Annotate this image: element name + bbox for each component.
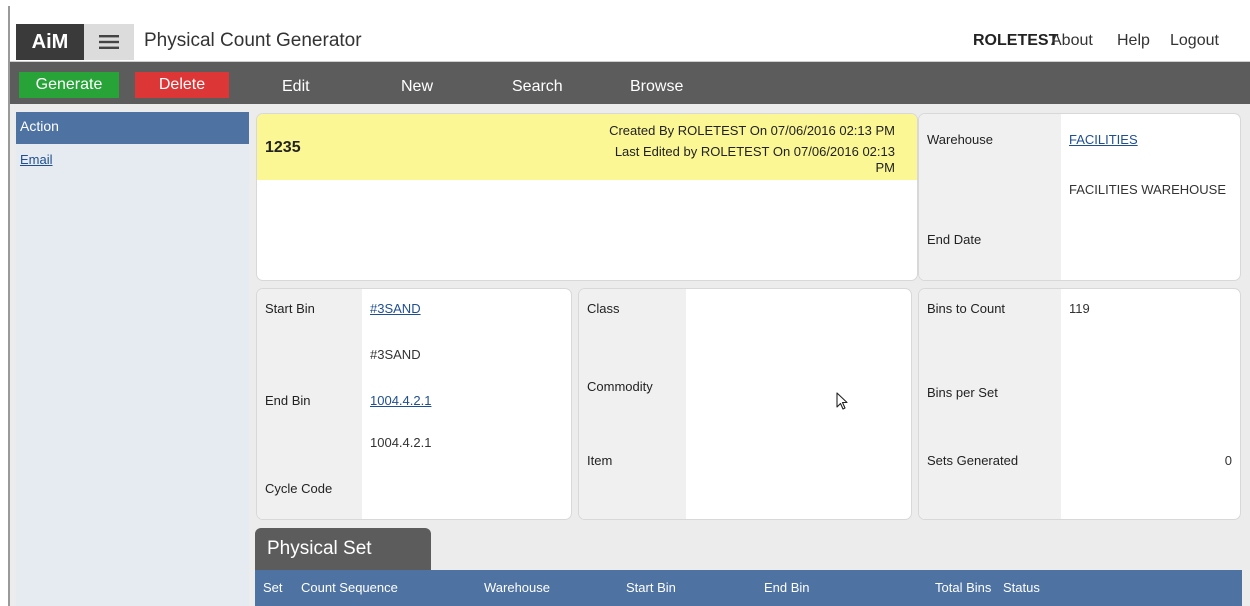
search-button[interactable]: Search <box>512 78 563 96</box>
warehouse-label: Warehouse <box>927 132 993 147</box>
label-column <box>919 289 1061 519</box>
app-frame: AiM Physical Count Generator ROLETEST Ab… <box>8 6 1250 606</box>
sidebar-heading: Action <box>16 112 249 144</box>
record-id: 1235 <box>265 139 301 156</box>
hamburger-menu-icon[interactable] <box>84 24 134 60</box>
class-label: Class <box>587 301 620 316</box>
app-header: AiM Physical Count Generator ROLETEST Ab… <box>10 6 1250 62</box>
new-button[interactable]: New <box>401 78 433 96</box>
edited-info-line1: Last Edited by ROLETEST On 07/06/2016 02… <box>614 144 895 159</box>
help-link[interactable]: Help <box>1117 32 1150 50</box>
warehouse-description: FACILITIES WAREHOUSE <box>1069 182 1226 197</box>
start-bin-label: Start Bin <box>265 301 315 316</box>
column-status[interactable]: Status <box>1003 580 1040 595</box>
current-user: ROLETEST <box>973 32 1059 49</box>
toolbar: Generate Delete Edit New Search Browse <box>10 62 1250 104</box>
column-total-bins[interactable]: Total Bins <box>935 580 991 595</box>
about-link[interactable]: About <box>1051 32 1093 50</box>
cycle-code-label: Cycle Code <box>265 481 333 496</box>
physical-set-tab[interactable]: Physical Set <box>255 528 431 570</box>
bins-panel: Start Bin #3SAND #3SAND End Bin 1004.4.2… <box>257 289 571 519</box>
mouse-cursor-icon <box>836 392 848 415</box>
bins-per-set-label: Bins per Set <box>927 385 998 400</box>
end-date-label: End Date <box>927 232 982 247</box>
record-header-panel: 1235 Created By ROLETEST On 07/06/2016 0… <box>257 114 917 280</box>
page-title: Physical Count Generator <box>144 30 362 51</box>
item-label: Item <box>587 453 613 468</box>
generate-button[interactable]: Generate <box>19 72 119 98</box>
column-warehouse[interactable]: Warehouse <box>484 580 550 595</box>
counts-panel: Bins to Count 119 Bins per Set Sets Gene… <box>919 289 1240 519</box>
column-set[interactable]: Set <box>263 580 283 595</box>
column-start-bin[interactable]: Start Bin <box>626 580 676 595</box>
column-end-bin[interactable]: End Bin <box>764 580 810 595</box>
bins-to-count-label: Bins to Count <box>927 301 1006 316</box>
logout-link[interactable]: Logout <box>1170 32 1219 50</box>
start-bin-description: #3SAND <box>370 347 421 362</box>
sets-generated-label: Sets Generated <box>927 453 1019 468</box>
sidebar-item-email[interactable]: Email <box>16 144 249 175</box>
warehouse-panel: Warehouse FACILITIES FACILITIES WAREHOUS… <box>919 114 1240 280</box>
delete-button[interactable]: Delete <box>135 72 229 98</box>
end-bin-label: End Bin <box>265 393 311 408</box>
commodity-label: Commodity <box>587 379 653 394</box>
bins-to-count-value: 119 <box>1069 301 1090 316</box>
edit-button[interactable]: Edit <box>282 78 310 96</box>
action-sidebar: Action Email <box>16 112 249 606</box>
aim-logo[interactable]: AiM <box>16 24 84 60</box>
start-bin-link[interactable]: #3SAND <box>370 301 421 316</box>
created-info: Created By ROLETEST On 07/06/2016 02:13 … <box>609 123 895 138</box>
browse-button[interactable]: Browse <box>630 78 683 96</box>
physical-set-table-header: Set Count Sequence Warehouse Start Bin E… <box>255 570 1242 606</box>
edited-info-line2: PM <box>875 160 896 175</box>
column-count-sequence[interactable]: Count Sequence <box>301 580 398 595</box>
end-bin-description: 1004.4.2.1 <box>370 435 432 450</box>
warehouse-link[interactable]: FACILITIES <box>1069 132 1138 147</box>
sets-generated-value: 0 <box>1224 453 1232 468</box>
classification-panel: Class Commodity Item <box>579 289 911 519</box>
label-column <box>579 289 686 519</box>
end-bin-link[interactable]: 1004.4.2.1 <box>370 393 431 408</box>
